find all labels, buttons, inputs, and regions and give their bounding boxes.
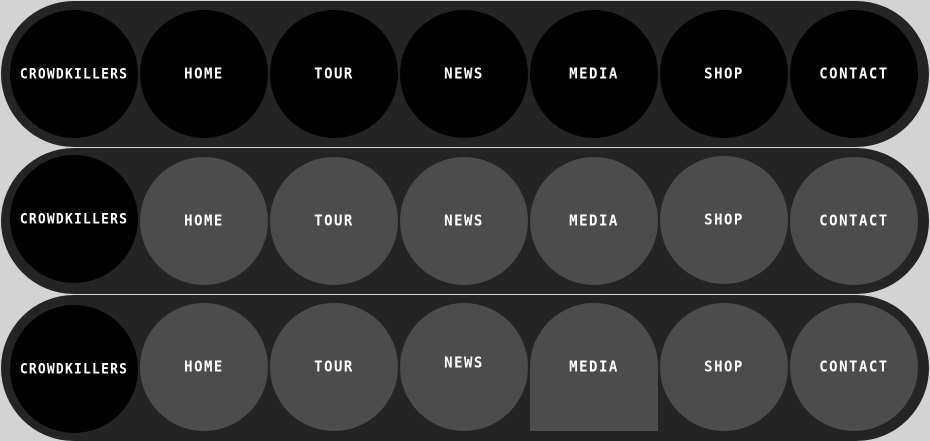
nav-item-shop[interactable]: SHOP <box>660 156 788 284</box>
nav-bar-active-media: CROWDKILLERS HOME TOUR NEWS MEDIA SHOP C… <box>1 295 929 441</box>
nav-item-media-active-tab[interactable]: MEDIA <box>530 303 658 431</box>
nav-item-contact[interactable]: CONTACT <box>790 303 918 431</box>
nav-bar-default: CROWDKILLERS HOME TOUR NEWS MEDIA SHOP C… <box>1 1 929 147</box>
nav-item-tour[interactable]: TOUR <box>270 157 398 285</box>
nav-item-home[interactable]: HOME <box>140 157 268 285</box>
nav-item-media[interactable]: MEDIA <box>530 157 658 285</box>
nav-bar-hover: CROWDKILLERS HOME TOUR NEWS MEDIA SHOP C… <box>1 148 929 294</box>
nav-item-tour[interactable]: TOUR <box>270 10 398 138</box>
nav-item-media[interactable]: MEDIA <box>530 10 658 138</box>
brand-logo[interactable]: CROWDKILLERS <box>10 305 138 433</box>
nav-item-news[interactable]: NEWS <box>400 10 528 138</box>
nav-item-news[interactable]: NEWS <box>400 303 528 431</box>
nav-item-home[interactable]: HOME <box>140 303 268 431</box>
nav-item-shop[interactable]: SHOP <box>660 10 788 138</box>
nav-item-home[interactable]: HOME <box>140 10 268 138</box>
brand-logo[interactable]: CROWDKILLERS <box>10 155 138 283</box>
nav-item-contact[interactable]: CONTACT <box>790 10 918 138</box>
nav-item-news[interactable]: NEWS <box>400 157 528 285</box>
nav-item-tour[interactable]: TOUR <box>270 303 398 431</box>
brand-logo[interactable]: CROWDKILLERS <box>10 10 138 138</box>
nav-item-contact[interactable]: CONTACT <box>790 157 918 285</box>
nav-item-shop[interactable]: SHOP <box>660 303 788 431</box>
